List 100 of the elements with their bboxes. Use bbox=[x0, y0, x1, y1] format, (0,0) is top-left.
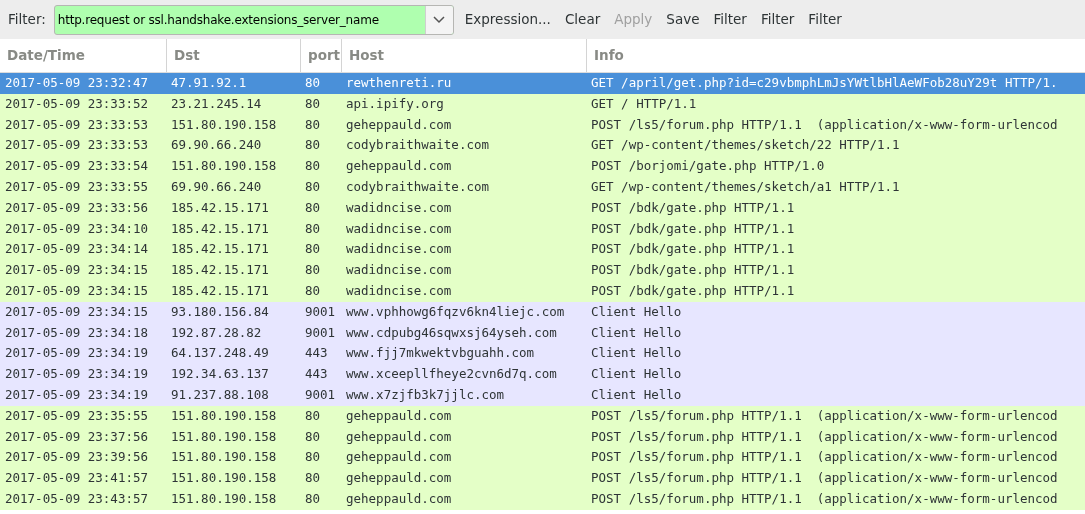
table-cell-text: 192.87.28.82 bbox=[170, 323, 263, 342]
table-cell-text: geheppauld.com bbox=[345, 115, 453, 134]
table-cell-text: GET / HTTP/1.1 bbox=[590, 94, 698, 113]
packet-row[interactable]: 2017-05-09 23:33:52 23.21.245.14 80 api.ipify.org GET / HTTP/1.1 bbox=[0, 93, 1085, 115]
table-cell-text: 80 bbox=[304, 282, 322, 300]
packet-row[interactable]: 2017-05-09 23:37:56 151.80.190.158 80 geheppauld.com POST /ls5/forum.php HTTP/1.1 (application/x-www-form-urlencod bbox=[0, 426, 1085, 448]
packet-row[interactable]: 2017-05-09 23:33:54 151.80.190.158 80 geheppauld.com POST /borjomi/gate.php HTTP/1.0 bbox=[0, 156, 1085, 177]
table-cell-text: rewthenreti.ru bbox=[345, 74, 453, 92]
table-cell-text: POST /ls5/forum.php HTTP/1.1 (application/x-www-form-urlencod bbox=[590, 489, 1059, 508]
table-cell-text: wadidncise.com bbox=[345, 198, 453, 217]
packet-row[interactable]: 2017-05-09 23:35:55 151.80.190.158 80 geheppauld.com POST /ls5/forum.php HTTP/1.1 (application/x-www-form-urlencod bbox=[0, 405, 1085, 427]
table-cell-text: geheppauld.com bbox=[345, 157, 453, 176]
table-cell-text: POST /borjomi/gate.php HTTP/1.0 bbox=[590, 157, 826, 176]
table-cell-text: 192.34.63.137 bbox=[170, 365, 270, 384]
packet-row[interactable]: 2017-05-09 23:34:19 192.34.63.137 443 www.xceepllfheye2cvn6d7q.com Client Hello bbox=[0, 364, 1085, 385]
table-cell-text: Client Hello bbox=[590, 344, 683, 363]
table-cell-text: api.ipify.org bbox=[345, 94, 445, 113]
table-cell-text: GET /wp-content/themes/sketch/22 HTTP/1.1 bbox=[590, 136, 901, 155]
packet-row[interactable]: 2017-05-09 23:34:18 192.87.28.82 9001 www.cdpubg46sqwxsj64yseh.com Client Hello bbox=[0, 322, 1085, 344]
table-cell-text: 2017-05-09 23:34:15 bbox=[4, 282, 149, 300]
table-cell-text: 185.42.15.171 bbox=[170, 282, 270, 300]
packet-row[interactable]: 2017-05-09 23:34:19 91.237.88.108 9001 www.x7zjfb3k7jjlc.com Client Hello bbox=[0, 384, 1085, 406]
table-cell-text: 2017-05-09 23:34:14 bbox=[4, 240, 149, 259]
table-cell-text: 80 bbox=[304, 406, 322, 425]
packet-row[interactable]: 2017-05-09 23:39:56 151.80.190.158 80 geheppauld.com POST /ls5/forum.php HTTP/1.1 (application/x-www-form-urlencod bbox=[0, 447, 1085, 469]
table-cell-text: 80 bbox=[304, 157, 322, 176]
table-cell-text: codybraithwaite.com bbox=[345, 178, 490, 196]
toolbar-button[interactable]: Clear bbox=[557, 6, 608, 33]
table-cell-text: geheppauld.com bbox=[345, 489, 453, 508]
packet-row[interactable]: 2017-05-09 23:33:53 151.80.190.158 80 geheppauld.com POST /ls5/forum.php HTTP/1.1 (application/x-www-form-urlencod bbox=[0, 114, 1085, 136]
table-cell-text: 2017-05-09 23:39:56 bbox=[4, 448, 149, 467]
table-cell-text: 2017-05-09 23:33:53 bbox=[4, 115, 149, 134]
table-cell-text: 9001 bbox=[304, 302, 337, 321]
table-cell-text: 151.80.190.158 bbox=[170, 469, 278, 488]
table-cell-text: 2017-05-09 23:33:54 bbox=[4, 157, 149, 176]
toolbar-button[interactable]: Filter bbox=[706, 6, 754, 33]
table-cell-text: 80 bbox=[304, 219, 322, 238]
table-cell-text: www.fjj7mkwektvbguahh.com bbox=[345, 344, 536, 363]
table-cell-text: POST /ls5/forum.php HTTP/1.1 (application/x-www-form-urlencod bbox=[590, 115, 1059, 134]
table-cell-text: www.xceepllfheye2cvn6d7q.com bbox=[345, 365, 558, 384]
filter-field[interactable]: http.request or ssl.handshake.extensions_server_name bbox=[53, 4, 454, 35]
table-cell-text: wadidncise.com bbox=[345, 240, 453, 259]
table-cell-text: 9001 bbox=[304, 385, 337, 404]
table-cell-text: POST /ls5/forum.php HTTP/1.1 (application/x-www-form-urlencod bbox=[590, 448, 1059, 467]
table-cell-text: 2017-05-09 23:33:55 bbox=[4, 178, 149, 196]
table-cell-text: POST /bdk/gate.php HTTP/1.1 bbox=[590, 240, 796, 259]
table-cell-text: 443 bbox=[304, 344, 329, 363]
packet-row[interactable]: 2017-05-09 23:34:14 185.42.15.171 80 wadidncise.com POST /bdk/gate.php HTTP/1.1 bbox=[0, 239, 1085, 261]
table-cell-text: 2017-05-09 23:34:19 bbox=[4, 385, 149, 404]
table-cell-text: 151.80.190.158 bbox=[170, 157, 278, 176]
table-cell-text: Client Hello bbox=[590, 365, 683, 384]
table-cell-text: 80 bbox=[304, 136, 322, 155]
packet-row[interactable]: 2017-05-09 23:33:56 185.42.15.171 80 wadidncise.com POST /bdk/gate.php HTTP/1.1 bbox=[0, 197, 1085, 219]
packet-row[interactable]: 2017-05-09 23:43:57 151.80.190.158 80 geheppauld.com POST /ls5/forum.php HTTP/1.1 (application/x-www-form-urlencod bbox=[0, 488, 1085, 510]
table-cell-text: 185.42.15.171 bbox=[170, 219, 270, 238]
packet-row[interactable]: 2017-05-09 23:33:53 69.90.66.240 80 codybraithwaite.com GET /wp-content/themes/sketch/22 HTTP/1.1 bbox=[0, 135, 1085, 157]
packet-row[interactable]: 2017-05-09 23:34:10 185.42.15.171 80 wadidncise.com POST /bdk/gate.php HTTP/1.1 bbox=[0, 218, 1085, 240]
packet-row[interactable]: 2017-05-09 23:34:15 93.180.156.84 9001 www.vphhowg6fqzv6kn4liejc.com Client Hello bbox=[0, 301, 1085, 323]
table-cell-text: 80 bbox=[304, 261, 322, 280]
table-cell-text: www.vphhowg6fqzv6kn4liejc.com bbox=[345, 302, 566, 321]
table-cell-text: Client Hello bbox=[590, 323, 683, 342]
table-cell-text: 2017-05-09 23:33:56 bbox=[4, 198, 149, 217]
filter-label: Filter: bbox=[8, 10, 46, 30]
table-cell-text: 80 bbox=[304, 448, 322, 467]
packet-row[interactable]: 2017-05-09 23:41:57 151.80.190.158 80 geheppauld.com POST /ls5/forum.php HTTP/1.1 (application/x-www-form-urlencod bbox=[0, 468, 1085, 489]
packet-row[interactable]: 2017-05-09 23:34:15 185.42.15.171 80 wadidncise.com POST /bdk/gate.php HTTP/1.1 bbox=[0, 280, 1085, 302]
toolbar-button[interactable]: Filter bbox=[801, 6, 849, 33]
packet-row[interactable]: 2017-05-09 23:34:19 64.137.248.49 443 www.fjj7mkwektvbguahh.com Client Hello bbox=[0, 343, 1085, 365]
table-cell-text: 2017-05-09 23:33:52 bbox=[4, 94, 149, 113]
table-cell-text: 151.80.190.158 bbox=[170, 489, 278, 508]
table-cell-text: 80 bbox=[304, 469, 322, 488]
table-cell-text: 91.237.88.108 bbox=[170, 385, 270, 404]
table-cell-text: 69.90.66.240 bbox=[170, 178, 263, 196]
table-cell-text: geheppauld.com bbox=[345, 427, 453, 446]
table-cell-text: geheppauld.com bbox=[345, 469, 453, 488]
table-cell-text: GET /wp-content/themes/sketch/a1 HTTP/1.1 bbox=[590, 178, 901, 196]
table-cell-text: www.x7zjfb3k7jjlc.com bbox=[345, 385, 506, 404]
table-cell-text: 80 bbox=[304, 198, 322, 217]
table-cell-text: codybraithwaite.com bbox=[345, 136, 490, 155]
table-cell-text: 69.90.66.240 bbox=[170, 136, 263, 155]
toolbar-button[interactable]: Save bbox=[659, 6, 707, 33]
table-cell-text: 9001 bbox=[304, 323, 337, 342]
packet-row[interactable]: 2017-05-09 23:33:55 69.90.66.240 80 codybraithwaite.com GET /wp-content/themes/sketch/a1 HTTP/1.1 bbox=[0, 177, 1085, 198]
table-cell-text: 443 bbox=[304, 365, 329, 384]
table-cell-text: 2017-05-09 23:34:19 bbox=[4, 344, 149, 363]
toolbar-button[interactable]: Expression... bbox=[457, 6, 558, 33]
toolbar-button[interactable]: Filter bbox=[753, 6, 802, 33]
packet-row[interactable]: 2017-05-09 23:34:15 185.42.15.171 80 wadidncise.com POST /bdk/gate.php HTTP/1.1 bbox=[0, 260, 1085, 281]
table-cell-text: geheppauld.com bbox=[345, 448, 453, 467]
table-cell-text: 80 bbox=[304, 240, 322, 259]
table-cell-text: 2017-05-09 23:32:47 bbox=[4, 74, 149, 92]
table-cell-text: POST /ls5/forum.php HTTP/1.1 (application/x-www-form-urlencod bbox=[590, 469, 1059, 488]
chevron-down-icon bbox=[433, 15, 446, 24]
table-cell-text: 80 bbox=[304, 94, 322, 113]
table-cell-text: 2017-05-09 23:34:15 bbox=[4, 261, 149, 280]
table-cell-text: 185.42.15.171 bbox=[170, 261, 270, 280]
table-cell-text: 80 bbox=[304, 115, 322, 134]
table-cell-text: 2017-05-09 23:34:15 bbox=[4, 302, 149, 321]
dropdown-button[interactable] bbox=[424, 5, 453, 34]
table-cell-text: POST /bdk/gate.php HTTP/1.1 bbox=[590, 282, 796, 300]
